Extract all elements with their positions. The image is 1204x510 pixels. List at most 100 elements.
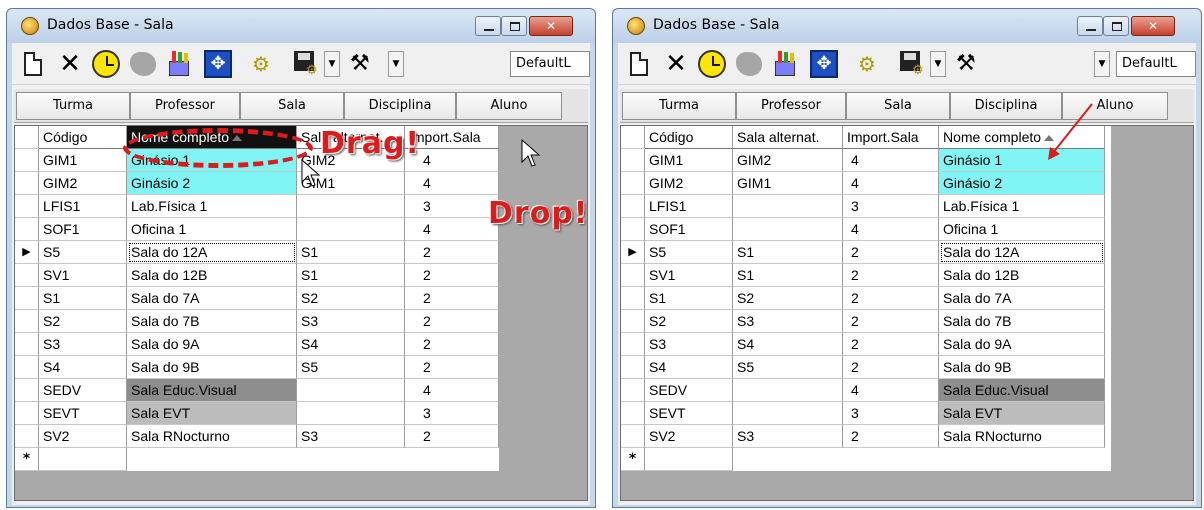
table-cell[interactable]: 2 (405, 241, 499, 264)
gears-icon[interactable]: ⚙ (858, 51, 888, 77)
title-bar[interactable]: Dados Base - Sala ✕ (613, 9, 1201, 43)
data-grid[interactable]: Código Sala alternat. Import.Sala Nome comp… (620, 125, 1194, 501)
column-header[interactable]: Import.Sala (843, 126, 939, 149)
table-cell[interactable]: GIM1 (645, 149, 733, 172)
table-cell[interactable]: SEVT (645, 402, 733, 425)
tab-sala[interactable]: Sala (846, 92, 950, 120)
table-cell[interactable]: Sala do 7B (939, 310, 1105, 333)
save-icon[interactable]: ⚙ (294, 51, 320, 78)
close-button[interactable]: ✕ (529, 16, 573, 36)
tools-dropdown-button[interactable]: ▼ (388, 51, 404, 77)
table-cell[interactable]: Sala do 9A (127, 333, 297, 356)
table-cell[interactable] (297, 218, 405, 241)
table-cell[interactable]: S5 (733, 356, 843, 379)
table-cell[interactable]: S2 (733, 287, 843, 310)
table-cell[interactable]: GIM2 (39, 172, 127, 195)
table-cell[interactable]: 2 (843, 310, 939, 333)
table-cell[interactable] (733, 218, 843, 241)
table-cell[interactable]: LFIS1 (39, 195, 127, 218)
table-cell[interactable]: S1 (39, 287, 127, 310)
table-cell[interactable]: Sala do 9B (127, 356, 297, 379)
table-cell[interactable]: S5 (39, 241, 127, 264)
tab-professor[interactable]: Professor (130, 92, 240, 120)
title-bar[interactable]: Dados Base - Sala ✕ (7, 9, 595, 43)
table-cell[interactable]: Ginásio 2 (127, 172, 297, 195)
save-dropdown-button[interactable]: ▼ (324, 51, 340, 77)
table-cell[interactable]: 2 (843, 333, 939, 356)
table-cell[interactable]: Oficina 1 (127, 218, 297, 241)
table-cell[interactable]: SOF1 (39, 218, 127, 241)
table-cell[interactable]: Sala Educ.Visual (939, 379, 1105, 402)
table-cell[interactable]: Oficina 1 (939, 218, 1105, 241)
table-cell[interactable]: 4 (405, 172, 499, 195)
column-header[interactable]: Código (645, 126, 733, 149)
table-cell[interactable]: S3 (297, 425, 405, 448)
table-cell[interactable]: Ginásio 2 (939, 172, 1105, 195)
shape-icon[interactable] (130, 52, 156, 76)
table-cell[interactable]: Sala do 9B (939, 356, 1105, 379)
table-cell[interactable]: SV1 (645, 264, 733, 287)
table-cell[interactable]: SV1 (39, 264, 127, 287)
table-cell[interactable]: SV2 (39, 425, 127, 448)
tools-icon[interactable]: ⚒ (956, 50, 986, 78)
tab-professor[interactable]: Professor (736, 92, 846, 120)
table-cell[interactable]: 4 (843, 218, 939, 241)
table-cell[interactable]: S1 (297, 264, 405, 287)
table-cell[interactable]: Sala do 12A (127, 241, 297, 264)
table-cell[interactable]: S3 (733, 425, 843, 448)
table-cell[interactable] (297, 402, 405, 425)
table-cell[interactable] (733, 402, 843, 425)
table-cell[interactable]: 2 (405, 356, 499, 379)
table-cell[interactable]: 4 (405, 379, 499, 402)
table-cell[interactable]: S1 (733, 241, 843, 264)
table-cell[interactable]: SEVT (39, 402, 127, 425)
table-cell[interactable]: 2 (405, 264, 499, 287)
table-cell[interactable]: Sala EVT (127, 402, 297, 425)
new-document-icon[interactable] (630, 52, 648, 76)
table-cell[interactable]: 3 (843, 402, 939, 425)
tools-icon[interactable]: ⚒ (350, 50, 380, 78)
table-cell[interactable]: 2 (843, 425, 939, 448)
table-cell[interactable]: S1 (645, 287, 733, 310)
table-cell[interactable]: 4 (843, 379, 939, 402)
table-cell[interactable]: Sala do 7A (127, 287, 297, 310)
table-cell[interactable]: 2 (843, 264, 939, 287)
table-cell[interactable]: S3 (733, 310, 843, 333)
table-cell[interactable]: Sala Educ.Visual (127, 379, 297, 402)
table-cell[interactable]: S5 (645, 241, 733, 264)
table-cell[interactable]: LFIS1 (645, 195, 733, 218)
table-cell[interactable]: 2 (405, 310, 499, 333)
table-cell[interactable]: 3 (843, 195, 939, 218)
table-cell[interactable]: Sala do 9A (939, 333, 1105, 356)
table-cell[interactable]: GIM2 (733, 149, 843, 172)
table-cell[interactable] (733, 379, 843, 402)
new-document-icon[interactable] (24, 52, 42, 76)
delete-icon[interactable]: ✕ (54, 49, 86, 79)
table-cell[interactable]: S4 (645, 356, 733, 379)
save-dropdown-button[interactable]: ▼ (930, 51, 946, 77)
table-cell[interactable]: Sala do 12A (939, 241, 1105, 264)
close-button[interactable]: ✕ (1131, 16, 1175, 36)
column-header[interactable]: Código (39, 126, 127, 149)
table-cell[interactable]: S2 (39, 310, 127, 333)
table-cell[interactable]: Sala RNocturno (127, 425, 297, 448)
maximize-button[interactable] (501, 16, 527, 36)
minimize-button[interactable] (475, 16, 501, 36)
table-cell[interactable]: Sala do 12B (127, 264, 297, 287)
shape-icon[interactable] (736, 52, 762, 76)
table-cell[interactable]: 3 (405, 195, 499, 218)
table-cell[interactable] (39, 448, 127, 471)
minimize-button[interactable] (1077, 16, 1103, 36)
table-cell[interactable]: Sala do 7B (127, 310, 297, 333)
table-cell[interactable]: S3 (39, 333, 127, 356)
tab-sala[interactable]: Sala (240, 92, 344, 120)
tools-dropdown-button[interactable]: ▼ (1094, 51, 1110, 77)
table-cell[interactable]: 2 (843, 356, 939, 379)
paint-icon[interactable] (166, 51, 192, 77)
table-cell[interactable]: SOF1 (645, 218, 733, 241)
maximize-button[interactable] (1103, 16, 1129, 36)
move-icon[interactable]: ✥ (204, 50, 232, 78)
tab-turma[interactable]: Turma (622, 92, 736, 120)
table-cell[interactable]: S1 (733, 264, 843, 287)
table-cell[interactable]: S2 (297, 287, 405, 310)
